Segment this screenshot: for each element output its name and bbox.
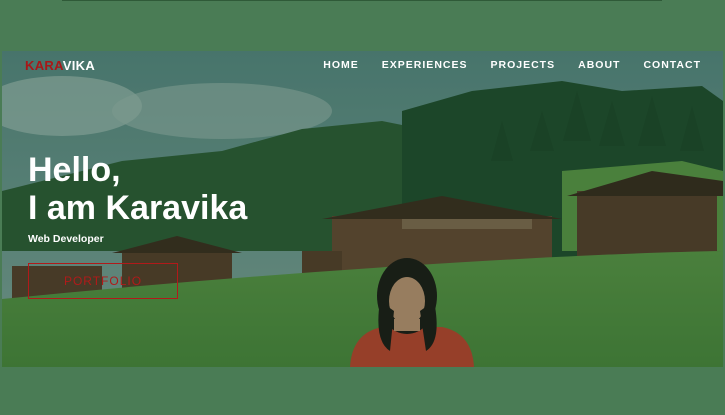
nav-item-projects[interactable]: PROJECTS	[491, 59, 556, 71]
nav-item-experiences[interactable]: EXPERIENCES	[382, 59, 468, 71]
main-nav: HOME EXPERIENCES PROJECTS ABOUT CONTACT	[323, 59, 701, 71]
brand-logo-part1: KARA	[25, 58, 63, 73]
nav-item-home[interactable]: HOME	[323, 59, 359, 71]
nav-item-contact[interactable]: CONTACT	[643, 59, 701, 71]
nav-item-about[interactable]: ABOUT	[578, 59, 620, 71]
brand-logo[interactable]: KARAVIKA	[25, 58, 95, 73]
hero-greeting-line2: I am Karavika	[28, 189, 248, 227]
hero-role: Web Developer	[28, 233, 104, 245]
portfolio-button[interactable]: PORTFOLIO	[28, 263, 178, 299]
hero-section: KARAVIKA HOME EXPERIENCES PROJECTS ABOUT…	[2, 51, 723, 367]
hero-headline: Hello, I am Karavika	[28, 151, 247, 227]
brand-logo-part2: VIKA	[62, 58, 96, 73]
hero-greeting-line1: Hello,	[28, 151, 121, 189]
top-divider	[62, 0, 662, 1]
